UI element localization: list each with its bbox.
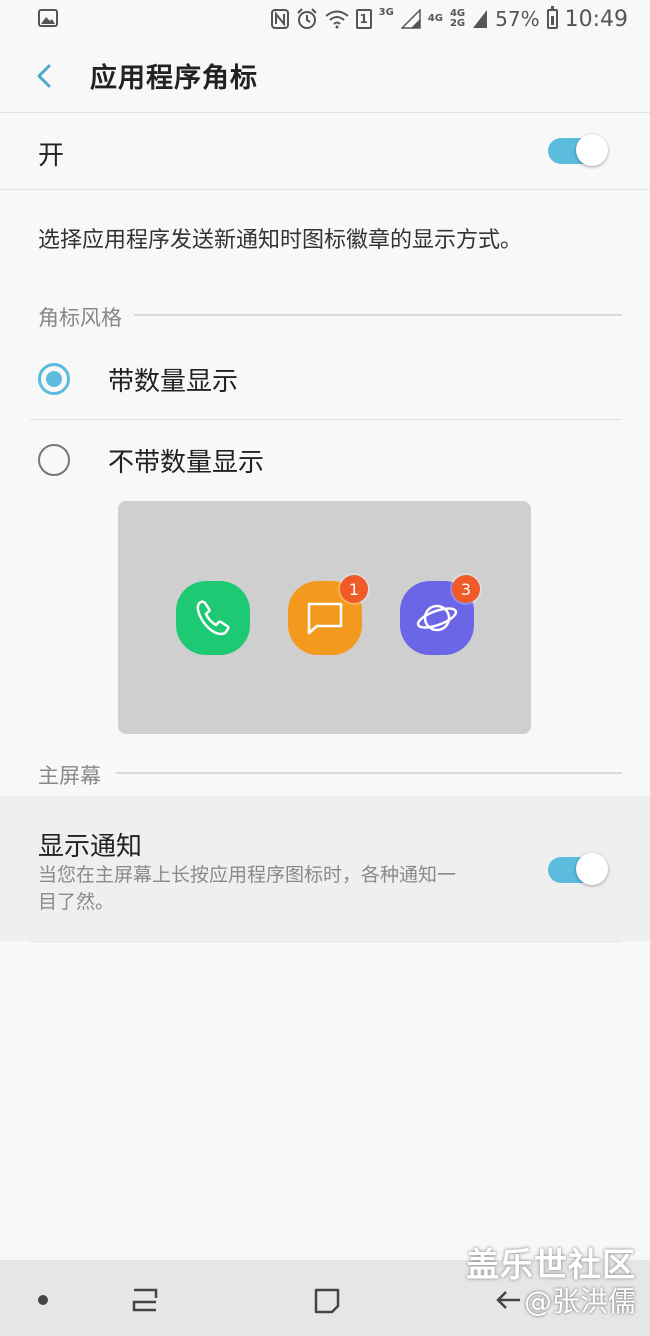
section-title-home-screen: 主屏幕 [38, 760, 113, 790]
alarm-icon [296, 8, 318, 30]
description-text: 选择应用程序发送新通知时图标徽章的显示方式。 [38, 228, 523, 253]
page-title: 应用程序角标 [90, 63, 258, 94]
radio-button-checked[interactable] [38, 363, 70, 395]
network-stack: 4G [428, 14, 443, 24]
toggle-knob [576, 134, 608, 166]
radio-option-with-number[interactable]: 带数量显示 [30, 339, 622, 419]
message-badge: 1 [340, 575, 368, 603]
radio-option-without-number[interactable]: 不带数量显示 [30, 420, 622, 500]
nav-dot-indicator[interactable] [38, 1295, 48, 1305]
network-4g-label: 4G [427, 13, 443, 24]
network-3g-label: 3G [378, 7, 394, 18]
toggle-knob [576, 853, 608, 885]
master-switch-row[interactable]: 开 [0, 113, 650, 189]
master-toggle[interactable] [546, 133, 608, 167]
show-notifications-row[interactable]: 显示通知 当您在主屏幕上长按应用程序图标时，各种通知一目了然。 [0, 796, 650, 941]
battery-icon [546, 6, 558, 29]
battery-percent: 57% [495, 7, 540, 31]
watermark-site: 盖乐世社区 [466, 1245, 636, 1284]
nfc-icon [270, 9, 289, 29]
clock: 10:49 [564, 6, 628, 32]
show-notifications-description: 当您在主屏幕上长按应用程序图标时，各种通知一目了然。 [38, 864, 457, 913]
badge-preview: 1 3 [118, 501, 531, 734]
status-bar: 1 3G 4G 4G 2G 57% 10:49 [0, 0, 650, 38]
section-divider-line [130, 314, 622, 316]
back-nav-button[interactable] [494, 1288, 522, 1316]
section-divider-line [116, 772, 622, 774]
show-notifications-toggle[interactable] [546, 852, 608, 886]
signal-icon [472, 9, 488, 29]
phone-icon [176, 581, 250, 655]
network-2g-label: 2G [449, 18, 466, 29]
recent-apps-button[interactable] [130, 1286, 160, 1318]
master-switch-label: 开 [38, 141, 65, 171]
status-icons: 1 3G 4G 4G 2G 57% 10:49 [270, 4, 628, 34]
radio-label: 不带数量显示 [108, 448, 265, 478]
watermark-credit: @张洪儒 [523, 1285, 636, 1318]
back-arrow-icon [494, 1291, 522, 1316]
radio-label: 带数量显示 [108, 367, 239, 397]
home-button[interactable] [312, 1286, 342, 1320]
app-bar: 应用程序角标 [0, 38, 650, 112]
internet-badge: 3 [452, 575, 480, 603]
recent-apps-icon [130, 1288, 160, 1318]
wifi-icon [324, 9, 349, 29]
show-notifications-title: 显示通知 [38, 832, 143, 862]
radio-button-unchecked[interactable] [38, 444, 70, 476]
row-divider [30, 941, 622, 942]
chevron-left-icon [30, 64, 60, 98]
image-icon [38, 9, 58, 27]
network-stack-2: 4G 2G [450, 9, 465, 29]
sim-icon: 1 [355, 9, 372, 29]
back-button[interactable] [30, 58, 60, 94]
master-divider [0, 189, 650, 190]
section-title-badge-style: 角标风格 [38, 302, 134, 332]
home-icon [312, 1288, 342, 1320]
signal-icon [400, 9, 421, 29]
